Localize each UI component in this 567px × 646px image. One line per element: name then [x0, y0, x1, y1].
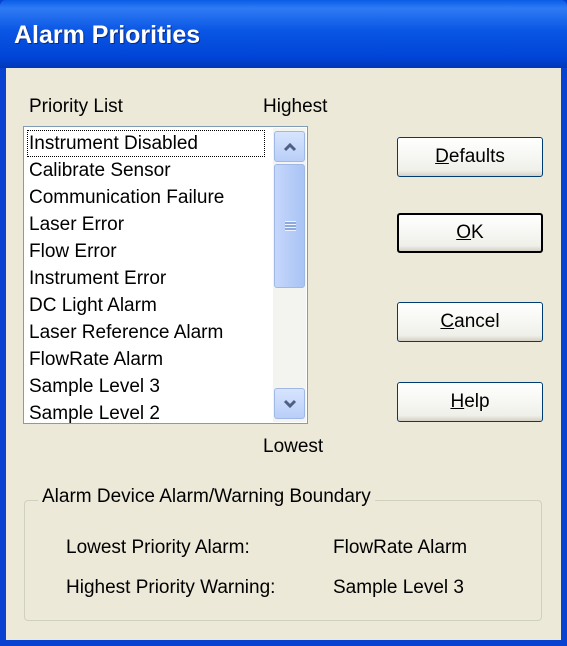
chevron-up-icon [283, 142, 296, 151]
chevron-down-icon [283, 399, 296, 408]
list-item[interactable]: DC Light Alarm [27, 292, 265, 319]
lowest-label: Lowest [263, 436, 324, 457]
ok-button[interactable]: OK [397, 213, 543, 253]
list-item[interactable]: Flow Error [27, 238, 265, 265]
priority-list-items: Instrument Disabled Calibrate Sensor Commu… [27, 130, 265, 427]
priority-listbox[interactable]: Instrument Disabled Calibrate Sensor Commu… [23, 126, 308, 424]
scroll-down-button[interactable] [274, 388, 305, 419]
highest-priority-warning-label: Highest Priority Warning: [66, 577, 276, 598]
list-item[interactable]: Laser Reference Alarm [27, 319, 265, 346]
title-bar[interactable]: Alarm Priorities [0, 0, 567, 68]
boundary-group-title: Alarm Device Alarm/Warning Boundary [38, 486, 375, 508]
list-item[interactable]: Sample Level 3 [27, 373, 265, 400]
scroll-up-button[interactable] [274, 131, 305, 162]
highest-label: Highest [263, 96, 328, 117]
help-button[interactable]: Help [397, 382, 543, 422]
cancel-button[interactable]: Cancel [397, 302, 543, 342]
defaults-button[interactable]: Defaults [397, 137, 543, 177]
list-item[interactable]: FlowRate Alarm [27, 346, 265, 373]
priority-list-label: Priority List [29, 96, 123, 117]
lowest-priority-alarm-label: Lowest Priority Alarm: [66, 537, 250, 558]
list-item[interactable]: Calibrate Sensor [27, 157, 265, 184]
list-item[interactable]: Laser Error [27, 211, 265, 238]
highest-priority-warning-value: Sample Level 3 [333, 577, 464, 598]
list-item[interactable]: Sample Level 2 [27, 400, 265, 427]
list-item[interactable]: Instrument Error [27, 265, 265, 292]
list-item[interactable]: Instrument Disabled [27, 130, 265, 157]
list-item[interactable]: Communication Failure [27, 184, 265, 211]
scroll-thumb[interactable] [274, 164, 305, 288]
boundary-groupbox [24, 500, 542, 621]
window-title: Alarm Priorities [14, 21, 201, 49]
grip-icon [285, 221, 296, 231]
priority-list-scrollbar[interactable] [273, 128, 306, 422]
lowest-priority-alarm-value: FlowRate Alarm [333, 537, 468, 558]
